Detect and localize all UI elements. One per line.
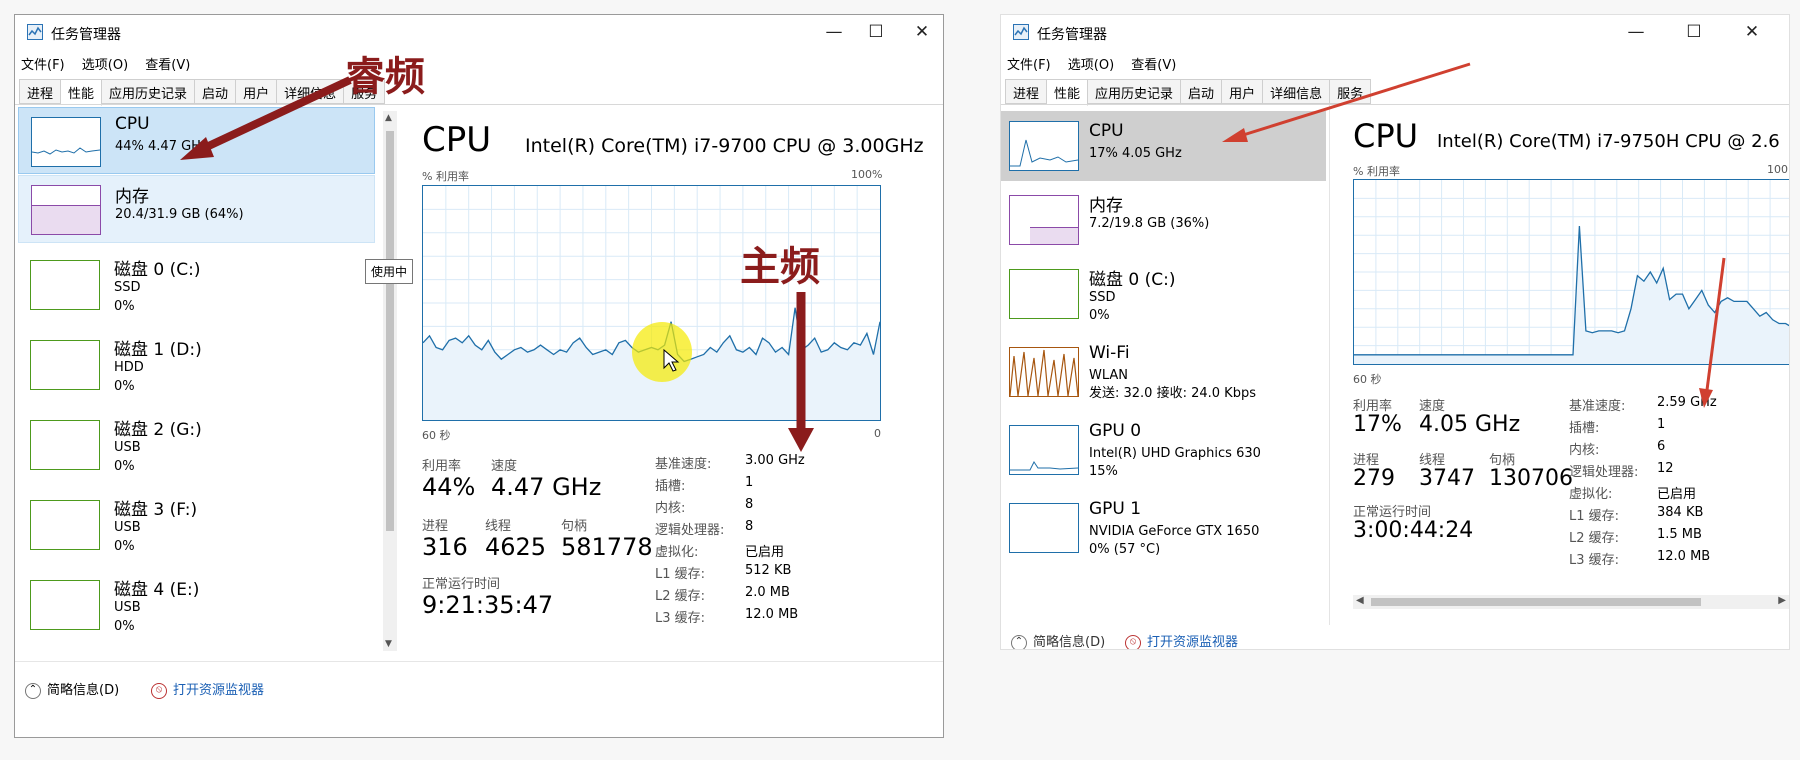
cpu-speed-arrow-head <box>1222 128 1248 142</box>
annotation-arrows-right <box>1222 62 1726 408</box>
cpu-speed-arrow-line <box>1239 62 1471 138</box>
base-speed-arrow-head <box>1699 388 1713 408</box>
base-speed-arrow-line <box>1705 257 1726 391</box>
